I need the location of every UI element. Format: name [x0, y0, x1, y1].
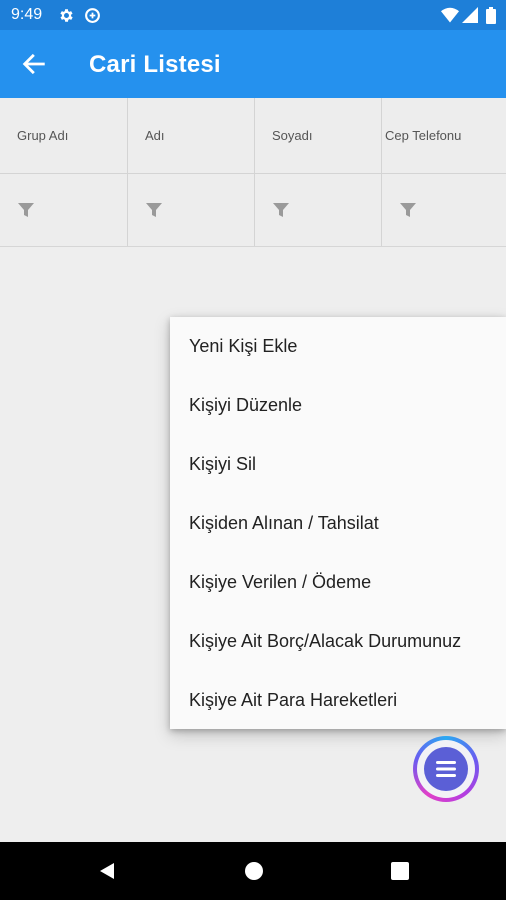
back-triangle-icon[interactable]: [97, 861, 117, 881]
context-menu: Yeni Kişi Ekle Kişiyi Düzenle Kişiyi Sil…: [170, 317, 506, 729]
recents-square-icon[interactable]: [390, 861, 410, 881]
settings-icon: [60, 9, 73, 22]
column-header-label: Grup Adı: [17, 128, 69, 143]
column-group-name: Grup Adı: [0, 98, 128, 246]
wifi-icon: [441, 7, 459, 23]
menu-item-money-transactions[interactable]: Kişiye Ait Para Hareketleri: [170, 671, 506, 730]
menu-item-payment[interactable]: Kişiye Verilen / Ödeme: [170, 553, 506, 612]
app-bar: Cari Listesi: [0, 30, 506, 98]
menu-item-edit-person[interactable]: Kişiyi Düzenle: [170, 376, 506, 435]
grid-header: Grup Adı Adı Soyadı Cep Telefonu: [0, 98, 506, 247]
page-title: Cari Listesi: [89, 51, 221, 78]
column-header[interactable]: Soyadı: [255, 98, 381, 174]
menu-item-collection[interactable]: Kişiden Alınan / Tahsilat: [170, 494, 506, 553]
navigation-bar: [0, 842, 506, 900]
battery-icon: [486, 7, 496, 24]
column-name: Adı: [128, 98, 255, 246]
column-header[interactable]: Adı: [128, 98, 254, 174]
column-surname: Soyadı: [255, 98, 382, 246]
column-header[interactable]: Cep Telefonu: [382, 98, 506, 174]
fab-ring: [417, 740, 475, 798]
menu-icon: [436, 761, 456, 777]
filter-icon[interactable]: [16, 200, 36, 220]
filter-icon[interactable]: [271, 200, 291, 220]
column-header-label: Adı: [145, 128, 165, 143]
filter-icon[interactable]: [144, 200, 164, 220]
column-header-label: Soyadı: [272, 128, 313, 143]
status-bar: 9:49: [0, 0, 506, 30]
status-time: 9:49: [11, 6, 43, 23]
home-circle-icon[interactable]: [244, 861, 264, 881]
column-mobile-phone: Cep Telefonu: [382, 98, 506, 246]
signal-icon: [462, 7, 478, 23]
menu-item-debt-credit-status[interactable]: Kişiye Ait Borç/Alacak Durumunuz: [170, 612, 506, 671]
fab-core: [424, 747, 468, 791]
filter-icon[interactable]: [398, 200, 418, 220]
menu-item-add-person[interactable]: Yeni Kişi Ekle: [170, 317, 506, 376]
data-saver-icon: [85, 8, 100, 23]
menu-fab-button[interactable]: [413, 736, 479, 802]
menu-item-delete-person[interactable]: Kişiyi Sil: [170, 435, 506, 494]
column-header-label: Cep Telefonu: [385, 128, 462, 143]
column-header[interactable]: Grup Adı: [0, 98, 127, 174]
arrow-left-icon[interactable]: [20, 50, 48, 78]
